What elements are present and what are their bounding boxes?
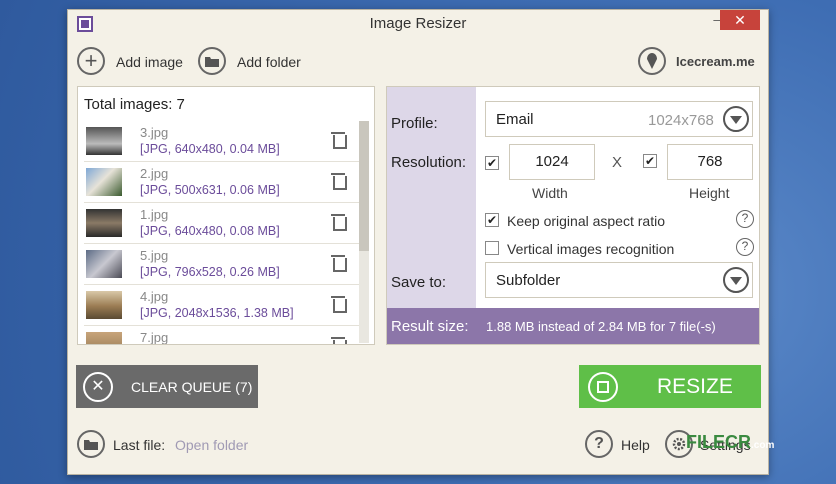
file-name: 5.jpg — [140, 248, 169, 263]
list-item[interactable]: 7.jpg — [84, 326, 360, 345]
scroll-thumb[interactable] — [359, 121, 369, 251]
image-thumbnail — [86, 209, 122, 237]
add-folder-button[interactable]: Add folder — [237, 54, 301, 70]
image-thumbnail — [86, 291, 122, 319]
help-icon[interactable]: ? — [585, 430, 613, 458]
width-input[interactable]: 1024 — [509, 144, 595, 180]
file-info: [JPG, 796x528, 0.26 MB] — [140, 265, 280, 279]
vertical-recognition-checkbox[interactable] — [485, 241, 499, 255]
help-icon[interactable]: ? — [736, 210, 754, 228]
file-info: [JPG, 500x631, 0.06 MB] — [140, 183, 280, 197]
resolution-label: Resolution: — [391, 154, 467, 171]
delete-icon[interactable] — [331, 296, 347, 313]
height-caption: Height — [689, 185, 730, 201]
brand-link[interactable]: Icecream.me — [676, 54, 755, 69]
open-folder-link[interactable]: Open folder — [175, 437, 248, 453]
icecream-logo-icon[interactable] — [638, 47, 666, 75]
save-to-label: Save to: — [391, 274, 447, 291]
profile-label: Profile: — [391, 115, 438, 132]
result-size-value: 1.88 MB instead of 2.84 MB for 7 file(-s… — [486, 319, 716, 334]
help-icon[interactable]: ? — [736, 238, 754, 256]
folder-icon[interactable] — [77, 430, 105, 458]
close-circle-icon: ✕ — [83, 372, 113, 402]
watermark-suffix: .com — [751, 440, 775, 451]
title-bar: Image Resizer – ✕ — [68, 10, 768, 38]
list-item[interactable]: 5.jpg [JPG, 796x528, 0.26 MB] — [84, 244, 360, 285]
list-item[interactable]: 1.jpg [JPG, 640x480, 0.08 MB] — [84, 203, 360, 244]
file-name: 2.jpg — [140, 166, 169, 181]
delete-icon[interactable] — [331, 255, 347, 272]
result-size-label: Result size: — [391, 318, 469, 335]
profile-value: Email — [496, 111, 534, 128]
add-image-button[interactable]: Add image — [116, 54, 183, 70]
keep-aspect-checkbox[interactable]: ✔ — [485, 213, 499, 227]
list-item[interactable]: 4.jpg [JPG, 2048x1536, 1.38 MB] — [84, 285, 360, 326]
clear-queue-label: CLEAR QUEUE (7) — [131, 379, 253, 395]
delete-icon[interactable] — [331, 132, 347, 149]
add-image-icon[interactable]: + — [77, 47, 105, 75]
image-thumbnail — [86, 332, 122, 344]
close-button[interactable]: ✕ — [720, 10, 760, 30]
list-item[interactable]: 3.jpg [JPG, 640x480, 0.04 MB] — [84, 121, 360, 162]
vertical-recognition-label[interactable]: Vertical images recognition — [507, 241, 674, 257]
image-thumbnail — [86, 250, 122, 278]
clear-queue-button[interactable]: ✕ CLEAR QUEUE (7) — [76, 365, 258, 408]
result-size-bar: Result size: 1.88 MB instead of 2.84 MB … — [387, 308, 759, 344]
settings-panel: Profile: Email 1024x768 Resolution: ✔ 10… — [386, 86, 760, 345]
width-caption: Width — [532, 185, 568, 201]
delete-icon[interactable] — [331, 173, 347, 190]
file-name: 3.jpg — [140, 125, 169, 140]
image-queue-panel: Total images: 7 3.jpg [JPG, 640x480, 0.0… — [77, 86, 375, 345]
keep-aspect-label[interactable]: Keep original aspect ratio — [507, 213, 665, 229]
file-name: 4.jpg — [140, 289, 169, 304]
width-checkbox[interactable]: ✔ — [485, 156, 499, 170]
chevron-down-icon[interactable] — [723, 267, 749, 293]
save-to-value: Subfolder — [496, 272, 561, 289]
resize-button[interactable]: RESIZE — [579, 365, 761, 408]
add-folder-icon[interactable] — [198, 47, 226, 75]
file-name: 1.jpg — [140, 207, 169, 222]
watermark-text: FILECR — [686, 432, 751, 452]
image-list: 3.jpg [JPG, 640x480, 0.04 MB] 2.jpg [JPG… — [84, 121, 360, 345]
window-title: Image Resizer — [369, 15, 467, 32]
height-input[interactable]: 768 — [667, 144, 753, 180]
queue-scrollbar[interactable] — [359, 121, 369, 343]
app-window: Image Resizer – ✕ + Add image Add folder… — [67, 9, 769, 475]
file-info: [JPG, 2048x1536, 1.38 MB] — [140, 306, 294, 320]
dimension-separator: X — [612, 154, 623, 171]
help-button[interactable]: Help — [621, 437, 650, 453]
chevron-down-icon[interactable] — [723, 106, 749, 132]
profile-dropdown[interactable]: Email 1024x768 — [485, 101, 753, 137]
resize-icon — [588, 372, 618, 402]
total-images-label: Total images: 7 — [84, 96, 185, 113]
list-item[interactable]: 2.jpg [JPG, 500x631, 0.06 MB] — [84, 162, 360, 203]
last-file-label: Last file: — [113, 437, 166, 453]
profile-dimensions: 1024x768 — [648, 112, 714, 129]
image-thumbnail — [86, 168, 122, 196]
image-thumbnail — [86, 127, 122, 155]
save-to-dropdown[interactable]: Subfolder — [485, 262, 753, 298]
delete-icon[interactable] — [331, 214, 347, 231]
resize-label: RESIZE — [657, 375, 733, 398]
file-info: [JPG, 640x480, 0.04 MB] — [140, 142, 280, 156]
watermark: FILECR.com — [686, 432, 774, 453]
delete-icon[interactable] — [331, 337, 347, 344]
height-checkbox[interactable]: ✔ — [643, 154, 657, 168]
file-name: 7.jpg — [140, 330, 169, 345]
file-info: [JPG, 640x480, 0.08 MB] — [140, 224, 280, 238]
